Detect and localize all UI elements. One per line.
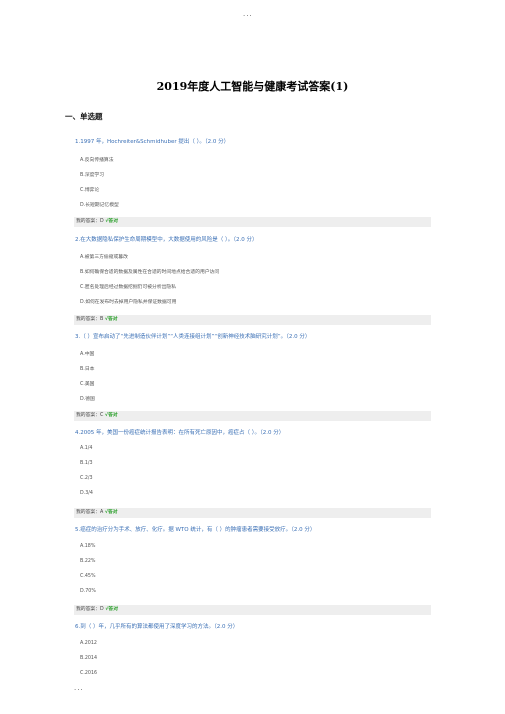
q2-option-d: D.如何在发布时去掉用户隐私并保证数据可用 <box>80 300 177 305</box>
q3-option-b: B.日本 <box>80 367 95 372</box>
q5-option-b: B.22% <box>80 559 96 564</box>
q1-option-c: C.博弈论 <box>80 188 100 193</box>
q1-answer: 我的答案：D <box>76 219 104 224</box>
q4-option-d: D.3/4 <box>80 491 93 496</box>
q2-answer-bar: 我的答案：B √答对 <box>74 315 431 325</box>
q6-option-b: B.2014 <box>80 656 98 661</box>
q3-answer: 我的答案：C <box>76 413 104 418</box>
header-dots: ··· <box>243 12 253 20</box>
document-title: 2019年度人工智能与健康考试答案(1) <box>156 80 349 93</box>
q1-correct-mark: √答对 <box>105 219 119 224</box>
q4-option-c: C.2/3 <box>80 476 93 481</box>
q2-option-b: B.如何确保合适的数据及属性在合适的时间地点给合适的用户访问 <box>80 270 220 275</box>
question-5: 5.癌症的治疗分为手术、放疗、化疗。据 WTO 统计，有（ ）的肿瘤患者需要接受… <box>75 527 316 533</box>
q1-option-b: B.深度学习 <box>80 173 105 178</box>
q3-option-d: D.德国 <box>80 397 95 402</box>
q3-option-c: C.美国 <box>80 382 95 387</box>
q2-option-c: C.匿名处理后经过数据挖掘仍可被分析出隐私 <box>80 285 177 290</box>
q3-correct-mark: √答对 <box>104 413 118 418</box>
q2-option-a: A.被第三方偷窥或篡改 <box>80 255 128 260</box>
q5-correct-mark: √答对 <box>105 607 119 612</box>
q3-answer-bar: 我的答案：C √答对 <box>74 411 431 421</box>
q4-option-a: A.1/4 <box>80 446 93 451</box>
q1-answer-bar: 我的答案：D √答对 <box>74 217 431 227</box>
q2-correct-mark: √答对 <box>104 317 118 322</box>
q3-option-a: A.中国 <box>80 352 95 357</box>
q1-option-a: A.反向传播算法 <box>80 158 114 163</box>
question-2: 2.在大数据隐私保护生命周期模型中，大数据使用的风险是（ ）。（2.0 分） <box>75 237 258 243</box>
q5-answer: 我的答案：D <box>76 607 104 612</box>
q5-answer-bar: 我的答案：D √答对 <box>74 605 431 615</box>
q4-answer: 我的答案：A <box>76 510 104 515</box>
q4-answer-bar: 我的答案：A √答对 <box>74 508 431 518</box>
q5-option-c: C.45% <box>80 574 96 579</box>
q6-option-a: A.2012 <box>80 641 97 646</box>
q2-answer: 我的答案：B <box>76 317 104 322</box>
question-6: 6.到（ ）年，几乎所有的算法都使用了深度学习的方法。（2.0 分） <box>75 624 239 630</box>
q4-correct-mark: √答对 <box>104 510 118 515</box>
q6-option-c: C.2016 <box>80 671 98 676</box>
footer-dots: ··· <box>74 686 84 694</box>
question-1: 1.1997 年，Hochreiter&Schmidhuber 提出（ ）。（2… <box>75 139 230 145</box>
section-heading: 一、单选题 <box>65 112 103 121</box>
q5-option-a: A.18% <box>80 544 96 549</box>
question-3: 3.（ ）宣布启动了“先进制造伙伴计划”“人类连接组计划”“创新神经技术脑研究计… <box>75 334 311 340</box>
question-4: 4.2005 年，美国一份癌症统计报告表明：在所有死亡原因中，癌症占（ ）。（2… <box>75 430 285 436</box>
q1-option-d: D.长短期记忆模型 <box>80 203 119 208</box>
q5-option-d: D.70% <box>80 589 96 594</box>
q4-option-b: B.1/3 <box>80 461 93 466</box>
